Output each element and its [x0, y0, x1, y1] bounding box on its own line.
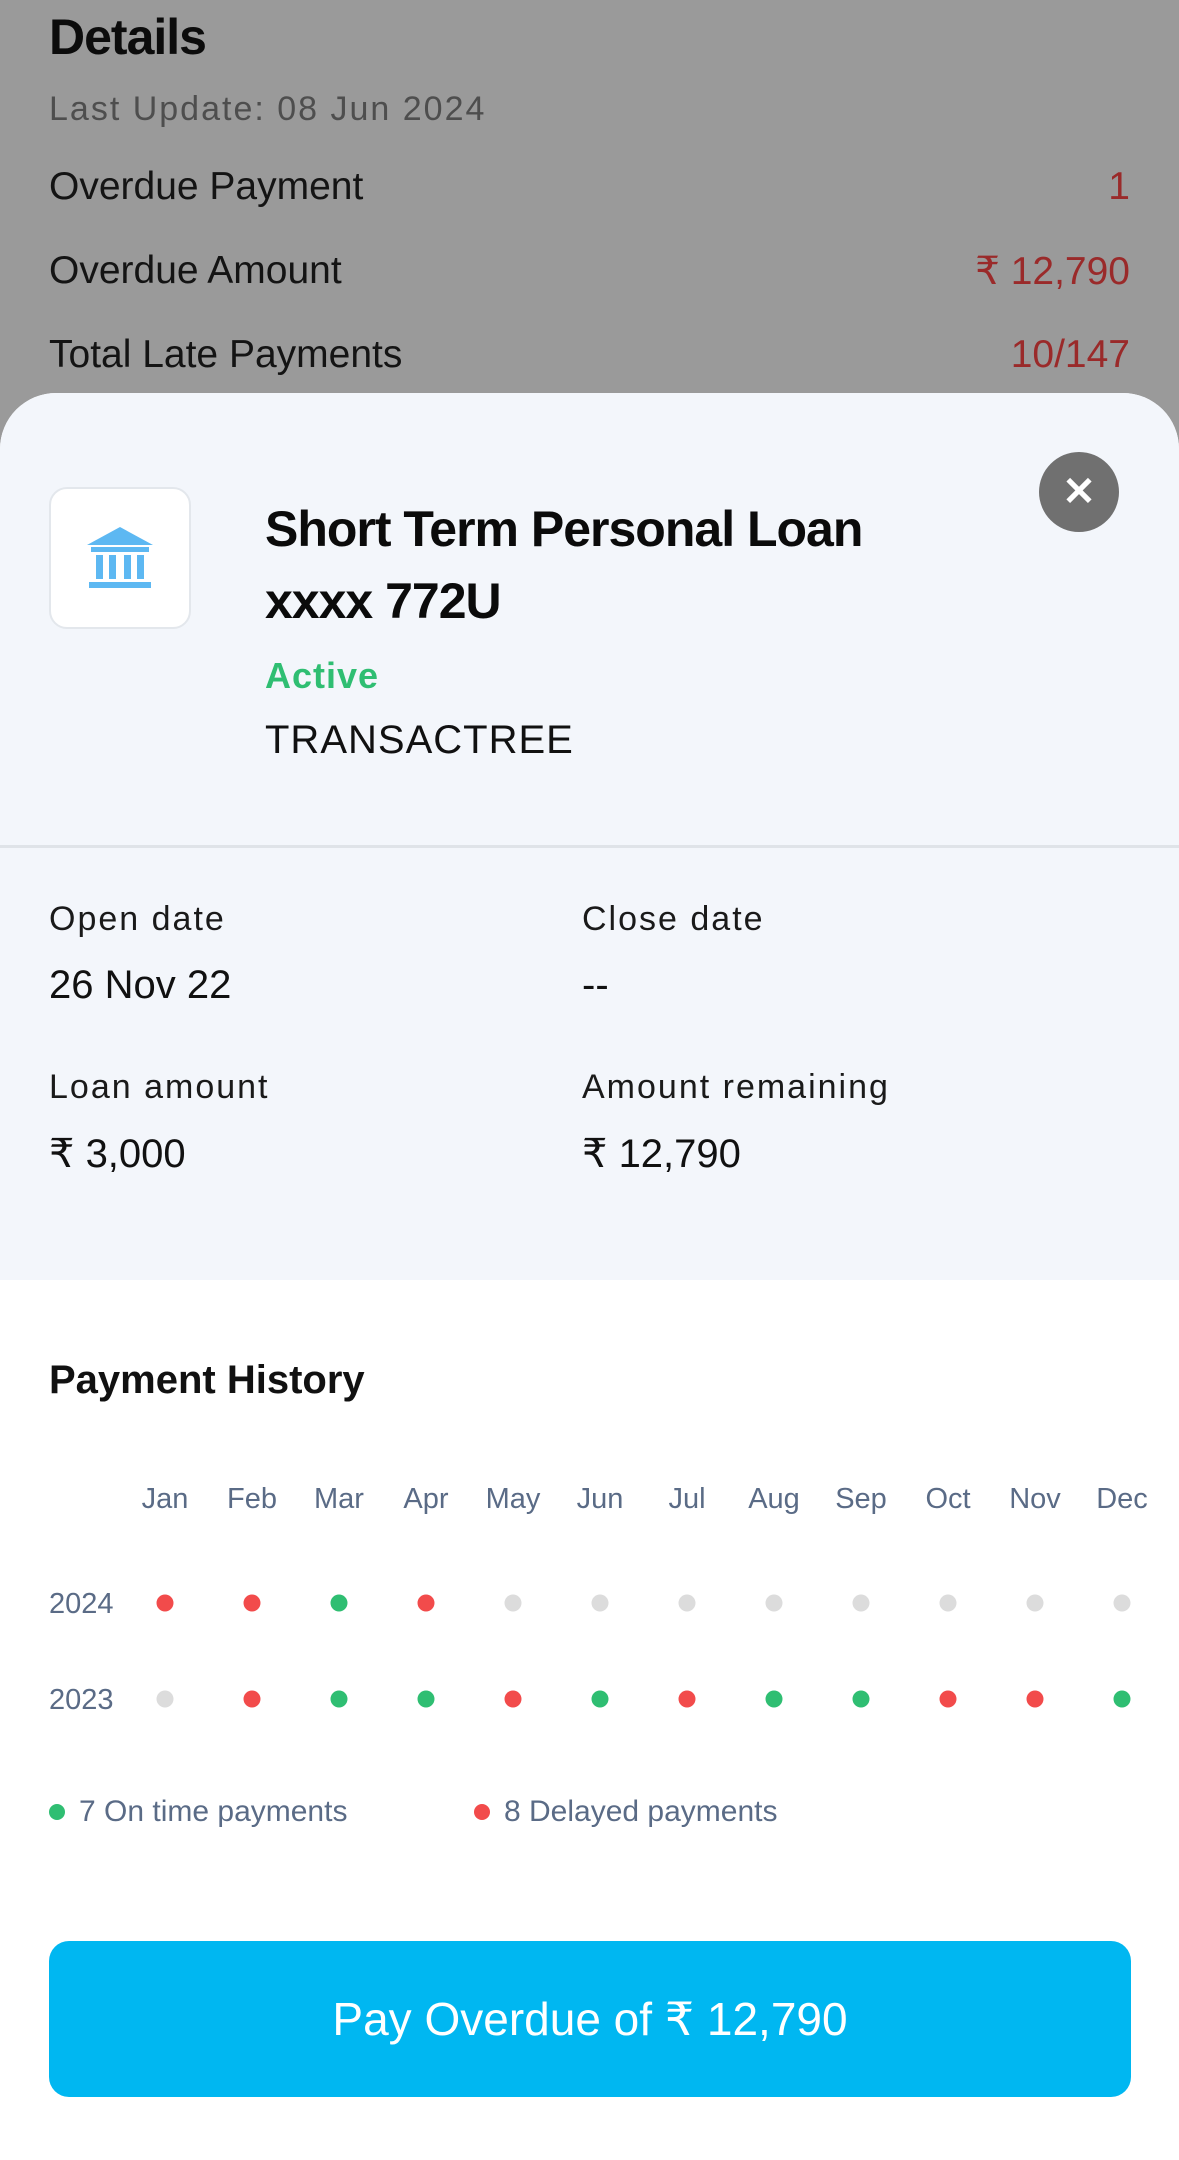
background-page: Details Last Update: 08 Jun 2024 Overdue…: [0, 0, 1179, 420]
bank-icon: [87, 527, 153, 588]
payment-dot: [1026, 1690, 1044, 1708]
close-date-label: Close date: [582, 900, 765, 938]
payment-dot: [504, 1690, 522, 1708]
year-label: 2023: [49, 1684, 114, 1716]
month-label: Jul: [668, 1483, 705, 1515]
month-label: Aug: [748, 1483, 800, 1515]
month-label: Mar: [314, 1483, 364, 1515]
payment-dot: [156, 1594, 174, 1612]
open-date-label: Open date: [49, 900, 226, 938]
payment-dot: [678, 1690, 696, 1708]
pay-overdue-button[interactable]: Pay Overdue of ₹ 12,790: [49, 1941, 1131, 2097]
payment-dot: [939, 1594, 957, 1612]
legend-on-time: 7 On time payments: [49, 1795, 347, 1829]
close-button[interactable]: ✕: [1039, 452, 1119, 532]
month-label: Nov: [1009, 1483, 1061, 1515]
on-time-dot-icon: [49, 1804, 65, 1820]
loan-amount-value: ₹ 3,000: [49, 1132, 186, 1176]
overdue-payment-row: Overdue Payment 1: [49, 157, 1130, 217]
payment-dot: [939, 1690, 957, 1708]
payment-dot: [156, 1690, 174, 1708]
row-label: Total Late Payments: [49, 333, 403, 376]
overdue-amount-row: Overdue Amount ₹ 12,790: [49, 241, 1130, 301]
payment-dot: [243, 1594, 261, 1612]
month-label: Sep: [835, 1483, 887, 1515]
payment-dot: [504, 1594, 522, 1612]
payment-dot: [1113, 1594, 1131, 1612]
payment-dot: [417, 1690, 435, 1708]
legend-on-time-label: 7 On time payments: [79, 1795, 348, 1828]
row-value: 10/147: [1010, 333, 1130, 376]
payment-dot: [330, 1690, 348, 1708]
payment-dot: [417, 1594, 435, 1612]
legend-delayed-label: 8 Delayed payments: [504, 1795, 778, 1828]
loan-title: Short Term Personal Loan xxxx 772U: [265, 493, 985, 637]
month-label: May: [486, 1483, 541, 1515]
payment-dot: [765, 1594, 783, 1612]
loan-account-number: xxxx 772U: [265, 573, 502, 629]
payment-dot: [591, 1594, 609, 1612]
year-label: 2024: [49, 1588, 114, 1620]
month-label: Apr: [403, 1483, 448, 1515]
month-label: Oct: [925, 1483, 970, 1515]
payment-history-title: Payment History: [49, 1358, 365, 1402]
status-badge: Active: [265, 655, 380, 696]
payment-history-grid: Jan Feb Mar Apr May Jun Jul Aug Sep Oct Nov Dec 2024…: [49, 1483, 1148, 1716]
amount-remaining-label: Amount remaining: [582, 1068, 890, 1106]
loan-amount-label: Loan amount: [49, 1068, 270, 1106]
payment-dot: [243, 1690, 261, 1708]
payment-dot: [852, 1594, 870, 1612]
lender-logo: [49, 487, 191, 629]
page-title: Details: [49, 9, 207, 65]
close-icon: ✕: [1062, 470, 1096, 514]
payment-dot: [591, 1690, 609, 1708]
payment-dot: [678, 1594, 696, 1612]
month-label: Jun: [577, 1483, 624, 1515]
loan-name: Short Term Personal Loan: [265, 501, 863, 557]
month-label: Feb: [227, 1483, 277, 1515]
open-date-value: 26 Nov 22: [49, 963, 232, 1007]
payment-dot: [330, 1594, 348, 1612]
row-value: ₹ 12,790: [975, 249, 1130, 293]
legend-delayed: 8 Delayed payments: [474, 1795, 778, 1829]
row-label: Overdue Amount: [49, 249, 342, 292]
amount-remaining-value: ₹ 12,790: [582, 1132, 741, 1176]
lender-name: TRANSACTREE: [265, 718, 574, 762]
month-label: Jan: [142, 1483, 189, 1515]
row-value: 1: [1108, 165, 1130, 208]
payment-dot: [852, 1690, 870, 1708]
last-update-text: Last Update: 08 Jun 2024: [49, 90, 487, 128]
payment-dot: [1026, 1594, 1044, 1612]
loan-details-sheet: ✕ Short Term Personal Loan xxxx 772U Act…: [0, 393, 1179, 2160]
close-date-value: --: [582, 963, 609, 1007]
row-label: Overdue Payment: [49, 165, 364, 208]
payment-dot: [765, 1690, 783, 1708]
total-late-payments-row: Total Late Payments 10/147: [49, 325, 1130, 385]
delayed-dot-icon: [474, 1804, 490, 1820]
payment-dot: [1113, 1690, 1131, 1708]
month-label: Dec: [1096, 1483, 1148, 1515]
